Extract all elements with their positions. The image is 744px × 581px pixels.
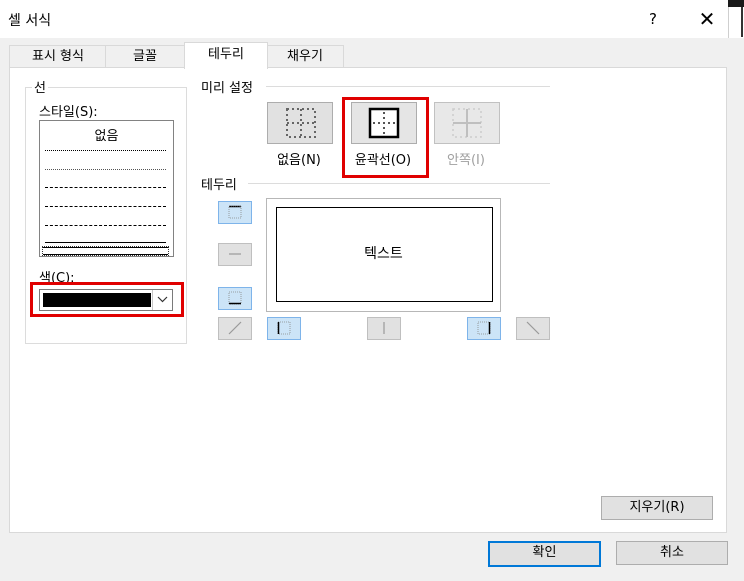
presets-title: 미리 설정 [199, 77, 255, 96]
background-window-edge [728, 0, 744, 7]
preset-inside-label: 안쪽(I) [447, 153, 485, 168]
border-group-title: 테두리 [199, 174, 239, 193]
ok-button[interactable]: 확인 [488, 541, 601, 567]
preview-text: 텍스트 [364, 246, 403, 262]
preset-outline-button[interactable] [351, 102, 417, 144]
style-option-hair[interactable] [45, 169, 166, 170]
style-option-thin[interactable] [45, 242, 166, 243]
border-none-icon [286, 108, 316, 138]
border-top-icon [228, 205, 242, 219]
preset-inside-button[interactable] [434, 102, 500, 144]
title-bar [0, 0, 744, 38]
border-inside-icon [452, 108, 482, 138]
border-left-icon [277, 321, 291, 335]
tab-fill[interactable]: 채우기 [266, 45, 344, 68]
chevron-down-icon[interactable] [152, 290, 172, 310]
border-bottom-icon [228, 291, 242, 305]
border-inside-vertical-button[interactable] [367, 317, 401, 340]
diagonal-down-icon [526, 321, 540, 335]
style-option-double-selected[interactable] [42, 246, 169, 256]
style-none-option[interactable]: 없음 [40, 125, 173, 144]
preset-none-button[interactable] [267, 102, 333, 144]
border-outline-icon [368, 107, 400, 139]
color-swatch [43, 293, 151, 307]
color-dropdown[interactable] [39, 289, 173, 311]
preset-outline-label: 윤곽선(O) [354, 153, 412, 168]
border-inside-horizontal-icon [229, 253, 241, 255]
dialog-title: 셀 서식 [8, 13, 52, 29]
style-option-dashed[interactable] [45, 225, 166, 226]
line-group-title: 선 [32, 77, 48, 96]
background-window-edge [741, 7, 743, 37]
border-right-button[interactable] [467, 317, 501, 340]
border-inside-horizontal-button[interactable] [218, 243, 252, 266]
border-diagonal-up-button[interactable] [218, 317, 252, 340]
presets-separator [266, 86, 550, 87]
tab-number-format[interactable]: 표시 형식 [9, 45, 107, 68]
line-style-list[interactable]: 없음 [39, 120, 174, 257]
border-right-icon [477, 321, 491, 335]
style-label: 스타일(S): [39, 105, 98, 120]
clear-button[interactable]: 지우기(R) [601, 496, 713, 520]
tab-border[interactable]: 테두리 [184, 42, 268, 69]
border-diagonal-down-button[interactable] [516, 317, 550, 340]
style-option-dash-dot[interactable] [45, 206, 166, 207]
border-top-button[interactable] [218, 201, 252, 224]
border-inside-vertical-icon [383, 322, 385, 334]
border-bottom-button[interactable] [218, 287, 252, 310]
style-option-dotted[interactable] [45, 150, 166, 151]
help-button[interactable]: ? [640, 6, 666, 32]
cancel-button[interactable]: 취소 [616, 541, 728, 565]
tab-font[interactable]: 글꼴 [105, 45, 185, 68]
diagonal-up-icon [228, 321, 242, 335]
border-left-button[interactable] [267, 317, 301, 340]
border-separator [248, 183, 550, 184]
preset-none-label: 없음(N) [277, 153, 321, 168]
style-option-dash-dot-dot[interactable] [45, 187, 166, 188]
close-button[interactable]: ✕ [692, 6, 722, 32]
